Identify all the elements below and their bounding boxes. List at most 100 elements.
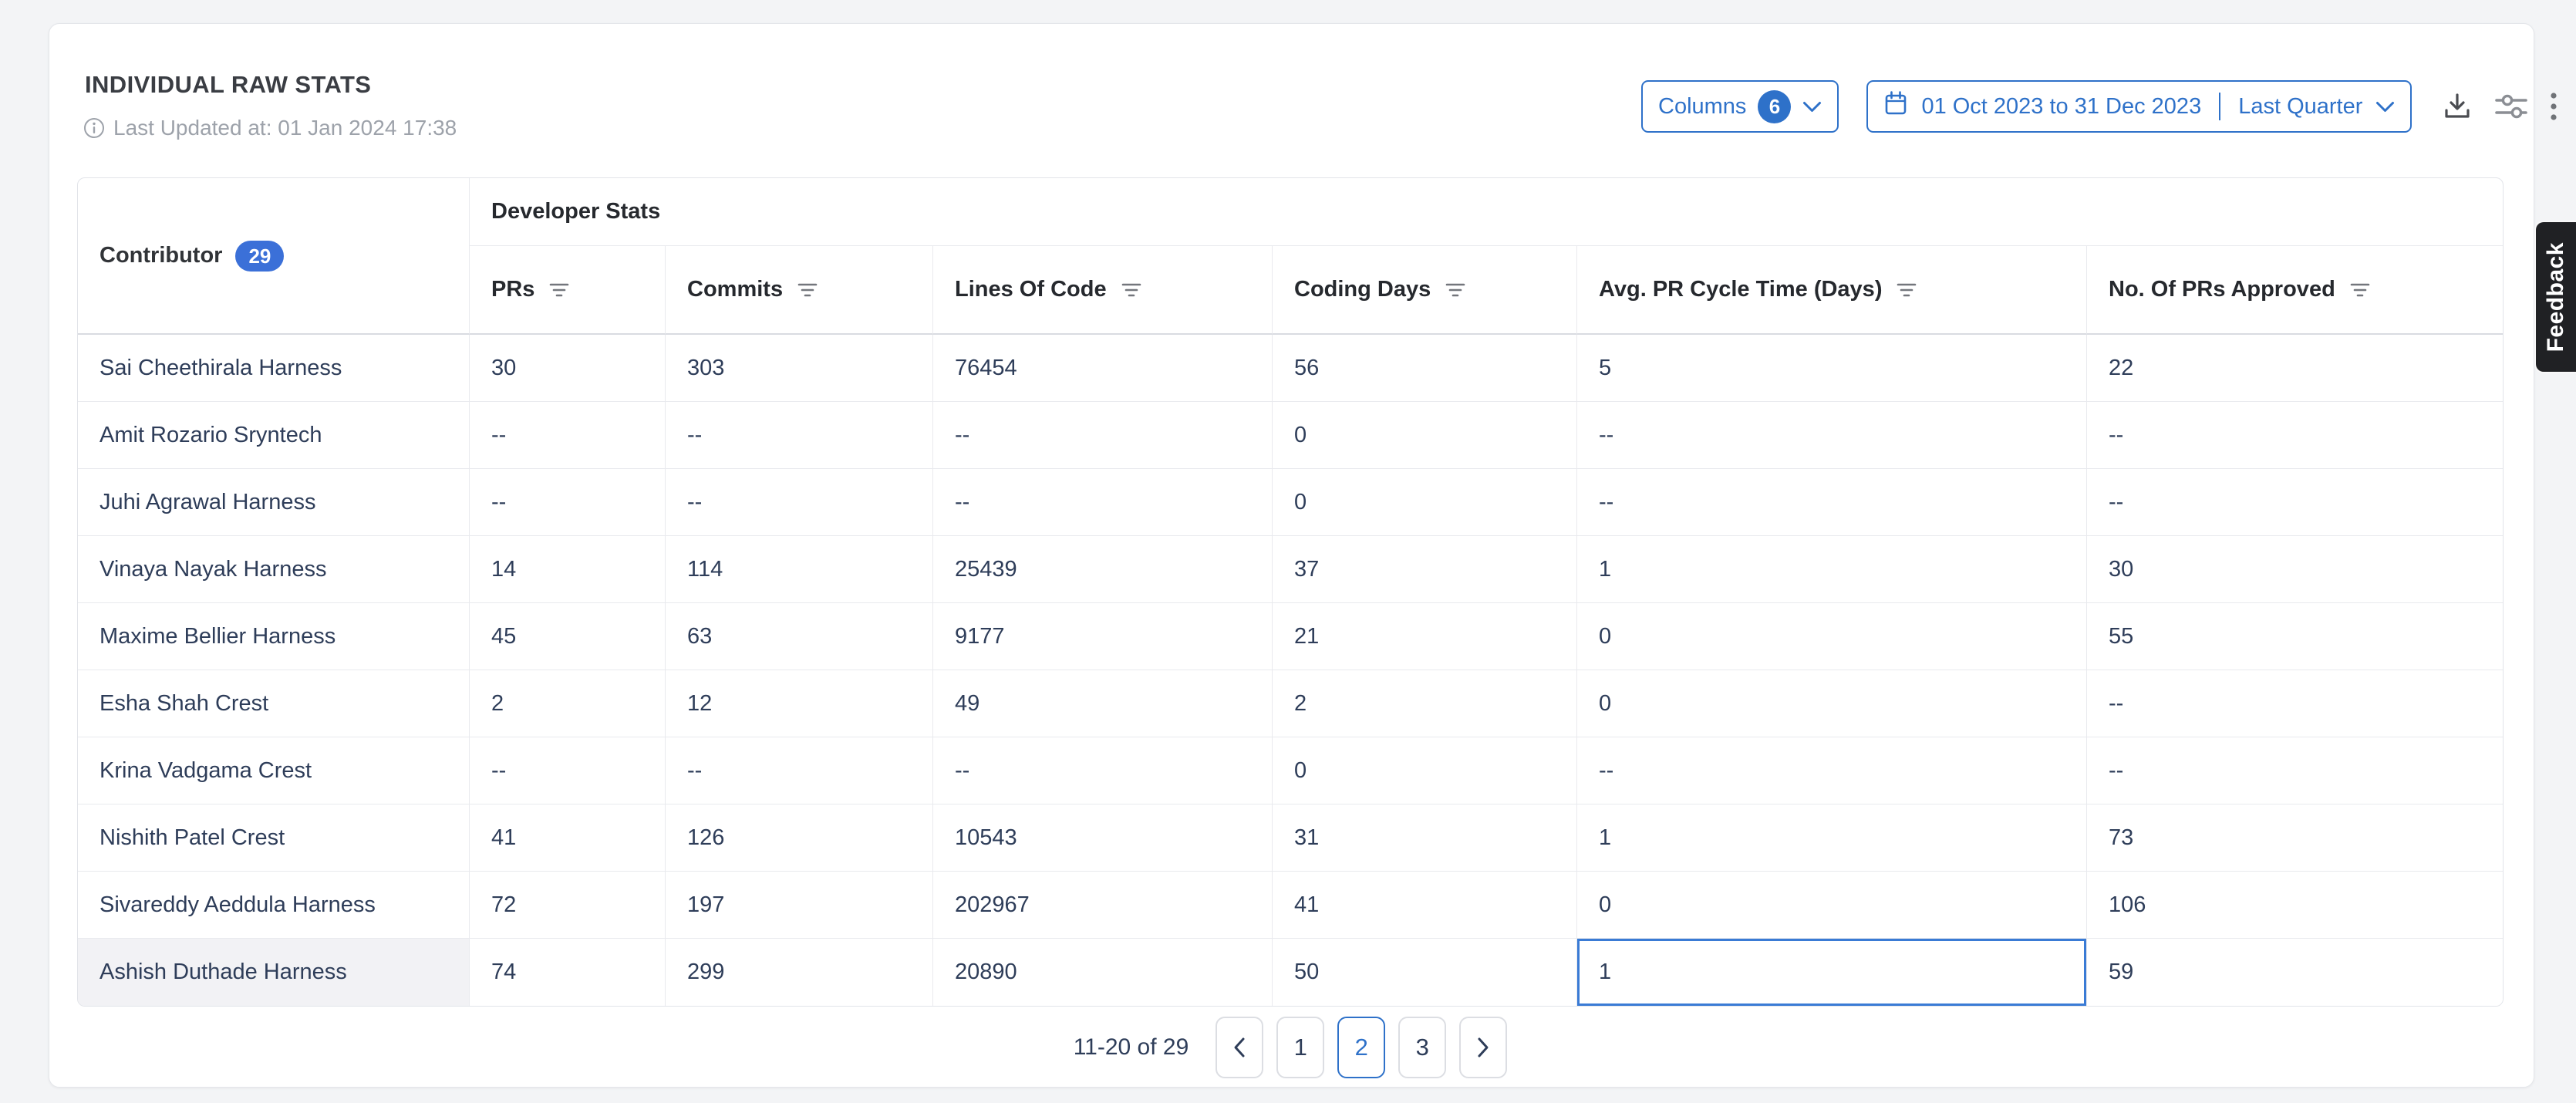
pagination-summary: 11-20 of 29 [1074,1034,1189,1061]
stat-cell[interactable]: 41 [469,804,665,872]
stat-cell[interactable]: -- [469,402,665,469]
stat-cell[interactable]: -- [2086,469,2503,536]
stat-cell[interactable]: 5 [1576,335,2086,402]
contributor-cell[interactable]: Nishith Patel Crest [78,804,469,872]
stat-cell[interactable]: 59 [2086,939,2503,1006]
column-header-commits[interactable]: Commits [665,246,932,335]
filter-icon[interactable] [2350,282,2370,299]
stat-cell[interactable]: 1 [1576,536,2086,603]
stat-cell[interactable]: -- [1576,737,2086,804]
stat-cell[interactable]: -- [932,469,1272,536]
stat-cell[interactable]: -- [1576,402,2086,469]
stat-cell[interactable]: 31 [1272,804,1576,872]
stat-cell[interactable]: 20890 [932,939,1272,1006]
stat-cell[interactable]: 73 [2086,804,2503,872]
stat-cell[interactable]: 0 [1272,402,1576,469]
stat-cell[interactable]: 12 [665,670,932,737]
column-header-avg-pr-cycle-time-days[interactable]: Avg. PR Cycle Time (Days) [1576,246,2086,335]
table-row: Juhi Agrawal Harness------0---- [78,469,2503,536]
stat-cell[interactable]: 197 [665,872,932,939]
stat-cell[interactable]: 0 [1272,737,1576,804]
stat-cell[interactable]: -- [2086,670,2503,737]
stat-cell[interactable]: 45 [469,603,665,670]
prev-page-button[interactable] [1216,1017,1263,1078]
more-options-icon[interactable] [2549,90,2558,123]
info-icon[interactable] [83,117,105,139]
next-page-button[interactable] [1459,1017,1507,1078]
column-header-label: PRs [491,277,534,302]
stat-cell[interactable]: 22 [2086,335,2503,402]
sliders-icon[interactable] [2493,90,2529,123]
stat-cell[interactable]: 2 [1272,670,1576,737]
column-header-lines-of-code[interactable]: Lines Of Code [932,246,1272,335]
page-button[interactable]: 2 [1337,1017,1385,1078]
filter-icon[interactable] [1121,282,1141,299]
column-header-coding-days[interactable]: Coding Days [1272,246,1576,335]
stat-cell[interactable]: -- [665,402,932,469]
stat-cell[interactable]: 21 [1272,603,1576,670]
stat-cell[interactable]: 72 [469,872,665,939]
stat-cell[interactable]: -- [1576,469,2086,536]
table-row: Ashish Duthade Harness742992089050159 [78,939,2503,1006]
stat-cell[interactable]: 1 [1576,804,2086,872]
stat-cell[interactable]: 30 [2086,536,2503,603]
filter-icon[interactable] [1445,282,1465,299]
stat-cell[interactable]: -- [932,402,1272,469]
feedback-tab[interactable]: Feedback [2536,222,2576,372]
stat-cell[interactable]: 49 [932,670,1272,737]
stat-cell[interactable]: 202967 [932,872,1272,939]
table-row: Amit Rozario Sryntech------0---- [78,402,2503,469]
stat-cell[interactable]: 299 [665,939,932,1006]
stat-cell[interactable]: 106 [2086,872,2503,939]
filter-icon[interactable] [797,282,818,299]
contributor-cell[interactable]: Vinaya Nayak Harness [78,536,469,603]
stat-cell[interactable]: 14 [469,536,665,603]
stat-cell[interactable]: 50 [1272,939,1576,1006]
column-header-prs[interactable]: PRs [469,246,665,335]
stat-cell[interactable]: 76454 [932,335,1272,402]
stat-cell[interactable]: 30 [469,335,665,402]
stat-cell[interactable]: 114 [665,536,932,603]
stat-cell[interactable]: -- [932,737,1272,804]
stat-cell[interactable]: -- [2086,402,2503,469]
group-header-developer-stats: Developer Stats [469,178,2503,246]
stat-cell[interactable]: 0 [1576,670,2086,737]
page-button[interactable]: 1 [1276,1017,1324,1078]
stat-cell[interactable]: 9177 [932,603,1272,670]
contributor-cell[interactable]: Sai Cheethirala Harness [78,335,469,402]
stat-cell[interactable]: 10543 [932,804,1272,872]
stat-cell[interactable]: 56 [1272,335,1576,402]
selected-cell[interactable]: 1 [1576,939,2086,1006]
contributor-cell[interactable]: Sivareddy Aeddula Harness [78,872,469,939]
stat-cell[interactable]: -- [469,737,665,804]
columns-button[interactable]: Columns 6 [1641,80,1839,133]
stat-cell[interactable]: 63 [665,603,932,670]
stat-cell[interactable]: -- [2086,737,2503,804]
stat-cell[interactable]: 74 [469,939,665,1006]
stat-cell[interactable]: 303 [665,335,932,402]
contributor-cell[interactable]: Ashish Duthade Harness [78,939,469,1006]
filter-icon[interactable] [549,282,569,299]
contributor-cell[interactable]: Maxime Bellier Harness [78,603,469,670]
contributor-cell[interactable]: Amit Rozario Sryntech [78,402,469,469]
stat-cell[interactable]: -- [665,737,932,804]
stat-cell[interactable]: 2 [469,670,665,737]
stat-cell[interactable]: 0 [1576,603,2086,670]
stat-cell[interactable]: 41 [1272,872,1576,939]
download-icon[interactable] [2441,90,2473,123]
stat-cell[interactable]: -- [665,469,932,536]
column-header-no-of-prs-approved[interactable]: No. Of PRs Approved [2086,246,2503,335]
stat-cell[interactable]: 126 [665,804,932,872]
stat-cell[interactable]: 55 [2086,603,2503,670]
contributor-cell[interactable]: Esha Shah Crest [78,670,469,737]
date-range-button[interactable]: 01 Oct 2023 to 31 Dec 2023 Last Quarter [1866,80,2412,133]
contributor-cell[interactable]: Krina Vadgama Crest [78,737,469,804]
stat-cell[interactable]: 0 [1272,469,1576,536]
contributor-cell[interactable]: Juhi Agrawal Harness [78,469,469,536]
stat-cell[interactable]: 0 [1576,872,2086,939]
filter-icon[interactable] [1897,282,1917,299]
stat-cell[interactable]: 37 [1272,536,1576,603]
page-button[interactable]: 3 [1398,1017,1446,1078]
stat-cell[interactable]: -- [469,469,665,536]
stat-cell[interactable]: 25439 [932,536,1272,603]
